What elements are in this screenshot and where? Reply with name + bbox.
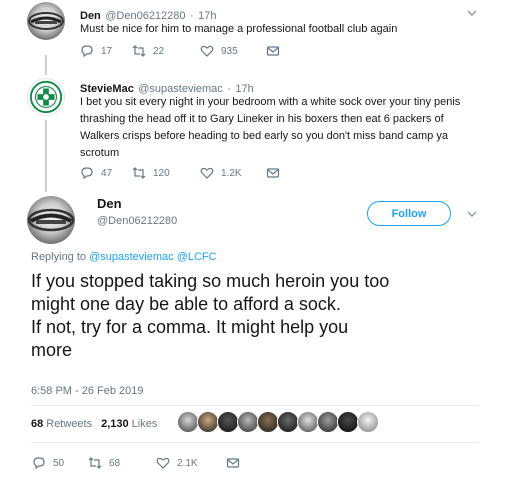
retweet-icon [132,167,146,179]
thread-connector-top [45,55,47,75]
avatar-image [27,208,75,232]
retweet-count: 68 [109,457,121,469]
avatar-den-reply[interactable] [27,2,65,40]
main-author-name[interactable]: Den [97,196,122,211]
reply-button[interactable]: 17 [80,44,132,58]
divider [31,405,479,406]
main-text-line: If not, try for a comma. It might help y… [31,317,349,337]
liker-avatar[interactable] [217,411,239,433]
liker-avatar[interactable] [257,411,279,433]
reply-button[interactable]: 47 [80,166,132,180]
reply1-text: Must be nice for him to manage a profess… [80,23,398,35]
reply2-text: I bet you sit every night in your bedroo… [80,94,500,162]
main-tweet-text: If you stopped taking so much heroin you… [31,270,491,362]
replying-to-links[interactable]: @supasteviemac @LCFC [89,251,216,263]
liker-avatar[interactable] [197,411,219,433]
liker-avatar[interactable] [277,411,299,433]
tweet-timestamp[interactable]: 6:58 PM - 26 Feb 2019 [31,385,144,397]
liker-avatar[interactable] [337,411,359,433]
message-icon [266,168,280,178]
reply-icon [81,167,93,180]
message-button[interactable] [266,44,287,58]
like-button[interactable]: 935 [200,44,266,58]
retweet-icon [132,45,146,57]
replying-to: Replying to @supasteviemac @LCFC [31,251,217,263]
reply2-text-line: Walkers crisps before heading to bed ear… [80,130,448,142]
replying-prefix: Replying to [31,251,87,263]
thread-connector-middle [45,120,47,192]
retweet-button[interactable]: 22 [132,44,200,58]
reply-count: 47 [101,167,113,179]
follow-button[interactable]: Follow [367,201,451,226]
reply2-text-line: scrotum [80,147,120,159]
like-count: 935 [221,45,238,57]
like-icon [200,45,214,57]
retweets-stat-count: 68 [31,418,44,430]
liker-avatars [177,411,379,433]
liker-avatar[interactable] [317,411,339,433]
divider [31,442,479,443]
message-icon [266,46,280,56]
like-count: 2.1K [177,457,198,469]
main-actions: 50 68 2.1K [32,456,247,470]
message-button[interactable] [226,456,247,470]
retweet-icon [88,457,102,469]
reply-count: 50 [53,457,65,469]
main-text-line: If you stopped taking so much heroin you… [31,271,390,291]
liker-avatar[interactable] [297,411,319,433]
liker-avatar[interactable] [237,411,259,433]
avatar-steviemac[interactable] [27,78,65,116]
message-icon [226,458,240,468]
avatar-den-main[interactable] [27,196,75,244]
retweet-count: 120 [153,167,170,179]
retweets-stat[interactable]: 68 Retweets [31,418,92,430]
like-button[interactable]: 2.1K [156,456,226,470]
reply-icon [81,45,93,58]
chevron-down-icon[interactable] [466,208,478,220]
reply-count: 17 [101,45,113,57]
retweet-count: 22 [153,45,165,57]
reply1-actions: 17 22 935 [80,44,287,58]
engagement-stats: 68 Retweets 2,130 Likes [31,418,166,430]
likes-stat[interactable]: 2,130 Likes [101,418,157,430]
main-text-line: more [31,340,73,360]
reply2-text-line: thrashing the head off it to Gary Lineke… [80,113,444,125]
liker-avatar[interactable] [357,411,379,433]
retweet-button[interactable]: 120 [132,166,200,180]
retweets-stat-label: Retweets [46,418,93,430]
reply-button[interactable]: 50 [32,456,88,470]
like-count: 1.2K [221,167,242,179]
reply2-text-line: I bet you sit every night in your bedroo… [80,96,461,108]
likes-stat-count: 2,130 [101,418,129,430]
liker-avatar[interactable] [177,411,199,433]
likes-stat-label: Likes [131,418,158,430]
like-icon [156,457,170,469]
reply2-actions: 47 120 1.2K [80,166,287,180]
like-icon [200,167,214,179]
like-button[interactable]: 1.2K [200,166,266,180]
reply-icon [33,457,45,470]
avatar-image [28,12,64,30]
chevron-down-icon[interactable] [466,7,478,19]
main-text-line: might one day be able to afford a sock. [31,294,341,314]
message-button[interactable] [266,166,287,180]
main-author-handle[interactable]: @Den06212280 [97,215,177,227]
club-crest-icon [29,80,63,114]
retweet-button[interactable]: 68 [88,456,156,470]
